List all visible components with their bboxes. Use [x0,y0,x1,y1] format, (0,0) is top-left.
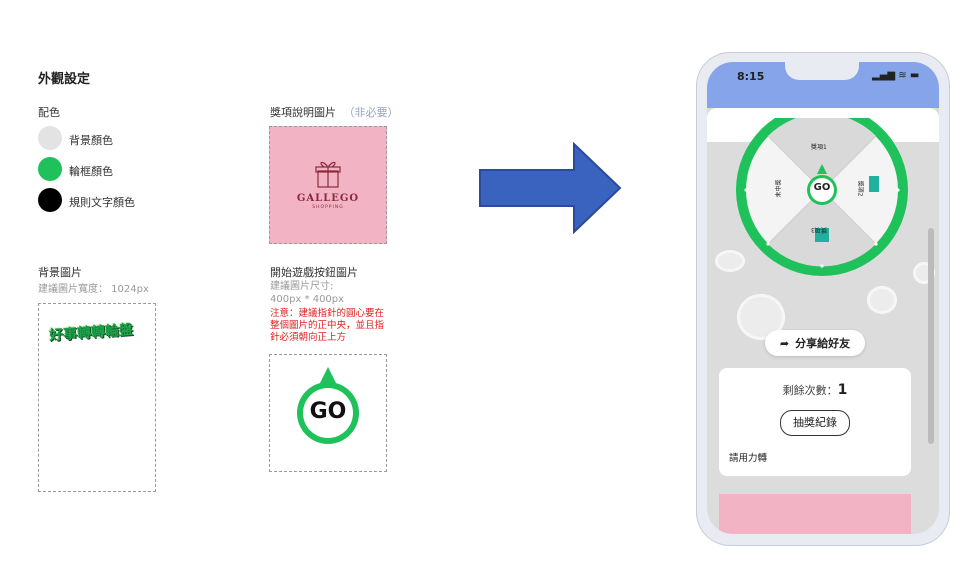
background-color-swatch[interactable] [38,126,62,150]
share-button[interactable]: ➦ 分享給好友 [765,330,865,356]
info-card: 剩餘次數：1 抽獎紀錄 請用力轉 [719,368,911,476]
wheel-label-2: 獎項2 [856,180,864,197]
wifi-icon: ≋ [898,70,907,81]
background-preview-text: 好事轉轉輪盤 [48,322,134,344]
background-image-label: 背景圖片 [38,266,82,279]
start-button-image-upload[interactable]: GO [269,354,387,472]
section-title: 外觀設定 [38,72,91,87]
prize-image-optional: （非必要） [343,106,399,119]
notch [785,62,859,80]
frame-color-label: 輪框顏色 [69,165,113,178]
prize-image-upload[interactable]: GALLEGO SHOPPING [269,126,387,244]
prize-image-label: 獎項說明圖片 （非必要） [270,104,399,120]
start-button-hint-line1: 建議圖片尺寸: [270,281,334,292]
battery-icon: ▬ [909,70,920,81]
start-button-image-hint: 建議圖片尺寸: 400px * 400px [270,280,344,306]
prize-brand-sub: SHOPPING [312,205,344,210]
go-button-text: GO [309,399,347,424]
remaining-value: 1 [837,382,848,398]
prize-banner [719,494,911,534]
scrollbar[interactable] [928,228,934,444]
prize-image-title: 獎項說明圖片 [270,106,336,119]
rule-hint: 請用力轉 [729,453,768,464]
status-bar: 8:15 ▂▄▆ ≋ ▬ [707,62,939,108]
frame-color-swatch[interactable] [38,157,62,181]
start-button-hint-line2: 400px * 400px [270,294,345,305]
arrow-right-icon [479,142,622,234]
coin-decoration [867,286,897,314]
wheel-label-1: 獎項1 [811,144,827,151]
background-image-hint: 建議圖片寬度： 1024px [38,284,149,295]
record-button[interactable]: 抽獎紀錄 [780,410,850,436]
note-line3: 針必須朝向正上方 [270,332,347,343]
rule-text-color-label: 規則文字顏色 [69,196,135,209]
signal-icon: ▂▄▆ [872,70,896,81]
rule-text-color-swatch[interactable] [38,188,62,212]
start-button-note: 注意：建議指針的圓心要在 整個圖片的正中央，並且指 針必須朝向正上方 [270,308,384,344]
wheel-go-text[interactable]: GO [811,182,833,193]
status-time: 8:15 [737,70,765,83]
start-button-image-label: 開始遊戲按鈕圖片 [270,266,358,279]
wheel-label-4: 未中獎 [775,179,783,198]
share-label: 分享給好友 [795,337,851,350]
remaining-count: 剩餘次數：1 [719,382,911,398]
remaining-label: 剩餘次數： [782,384,838,397]
color-heading: 配色 [38,106,60,119]
background-color-label: 背景顏色 [69,134,113,147]
note-line1: 注意：建議指針的圓心要在 [270,308,385,319]
status-icons: ▂▄▆ ≋ ▬ [872,70,919,81]
prize-brand: GALLEGO [296,193,360,204]
background-image-upload[interactable]: 好事轉轉輪盤 [38,303,156,492]
share-arrow-icon: ➦ [779,336,790,350]
wheel-label-3: 獎項3 [811,226,827,233]
phone-screen: 8:15 ▂▄▆ ≋ ▬ 輪盤 GO 獎項1 獎項2 獎項3 未中獎 [707,62,939,534]
gift-icon [315,161,341,188]
note-line2: 整個圖片的正中央，並且指 [270,320,385,331]
